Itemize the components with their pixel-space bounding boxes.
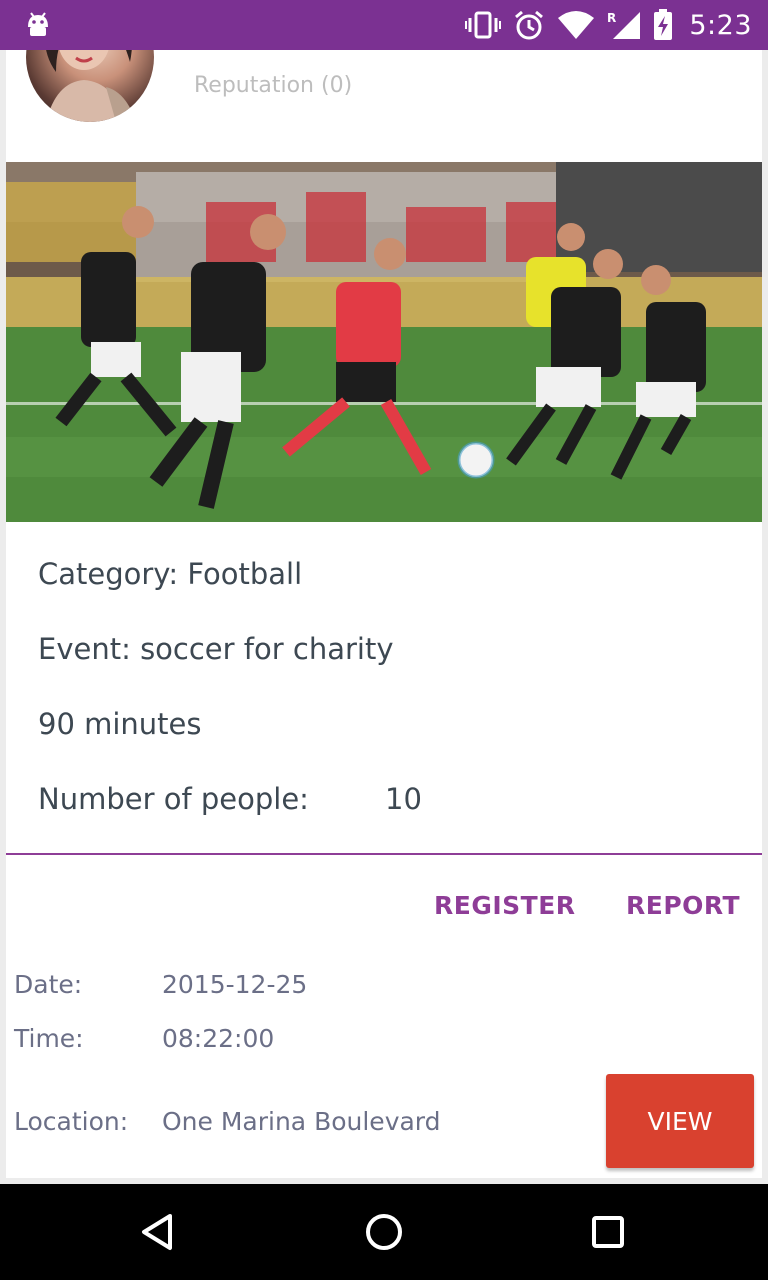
battery-charging-icon (654, 9, 673, 40)
divider (6, 853, 762, 855)
wifi-icon (558, 11, 595, 39)
people-value: 10 (385, 782, 422, 816)
date-value: 2015-12-25 (162, 970, 308, 999)
recent-apps-icon[interactable] (584, 1208, 632, 1256)
location-value: One Marina Boulevard (162, 1107, 441, 1136)
view-button[interactable]: VIEW (606, 1074, 754, 1168)
category-text: Category: Football (38, 557, 303, 591)
android-icon (28, 12, 48, 36)
status-bar: R 5:23 (0, 0, 768, 50)
duration-text: 90 minutes (38, 707, 202, 741)
svg-text:R: R (607, 11, 616, 25)
signal-roaming-icon: R (607, 11, 641, 39)
vibrate-icon (465, 11, 502, 39)
navigation-bar (0, 1184, 768, 1280)
status-icons: R 5:23 (465, 0, 752, 50)
date-label: Date: (14, 970, 83, 999)
time-value: 08:22:00 (162, 1024, 275, 1053)
reputation-text: Reputation (0) (194, 73, 353, 98)
event-name-text: Event: soccer for charity (38, 632, 394, 666)
home-icon[interactable] (360, 1208, 408, 1256)
screen: Reputation (0) Category: Football Event:… (0, 0, 768, 1280)
report-button[interactable]: REPORT (626, 891, 740, 920)
alarm-icon (515, 10, 544, 40)
event-photo (6, 162, 762, 522)
event-card: Reputation (0) Category: Football Event:… (6, 0, 762, 1178)
people-row: Number of people: 10 (38, 782, 422, 816)
status-time: 5:23 (689, 9, 752, 41)
register-button[interactable]: REGISTER (434, 891, 576, 920)
back-icon[interactable] (136, 1208, 184, 1256)
people-label: Number of people: (38, 782, 309, 816)
time-label: Time: (14, 1024, 84, 1053)
location-label: Location: (14, 1107, 129, 1136)
